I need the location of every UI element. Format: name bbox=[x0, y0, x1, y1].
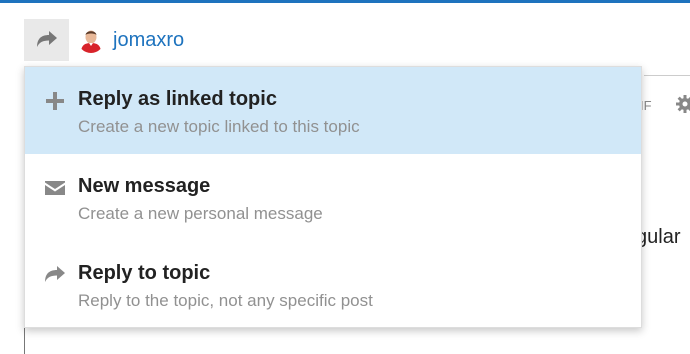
menu-item-description: Create a new personal message bbox=[78, 204, 323, 223]
user-avatar-image bbox=[78, 27, 104, 53]
composer-header: jomaxro bbox=[24, 19, 184, 61]
username-link[interactable]: jomaxro bbox=[113, 30, 184, 50]
reply-arrow-icon bbox=[43, 263, 67, 287]
menu-item-title: Reply to topic bbox=[78, 262, 211, 284]
editor-toolbar-border bbox=[644, 75, 690, 76]
menu-item-reply-to-topic[interactable]: Reply to topic Reply to the topic, not a… bbox=[25, 241, 641, 327]
menu-item-reply-as-linked-topic[interactable]: Reply as linked topic Create a new topic… bbox=[25, 67, 641, 154]
avatar[interactable] bbox=[78, 27, 104, 53]
background-editor-text: gular bbox=[636, 226, 681, 248]
menu-item-description: Reply to the topic, not any specific pos… bbox=[78, 291, 373, 310]
gear-icon[interactable] bbox=[676, 95, 690, 118]
menu-item-description: Create a new topic linked to this topic bbox=[78, 117, 360, 136]
menu-item-title: Reply as linked topic bbox=[78, 88, 277, 110]
composer-actions-button[interactable] bbox=[24, 19, 69, 61]
share-arrow-icon bbox=[36, 31, 57, 47]
top-accent-bar bbox=[0, 0, 690, 3]
plus-icon bbox=[43, 89, 67, 113]
composer-actions-menu: Reply as linked topic Create a new topic… bbox=[24, 66, 642, 328]
menu-item-new-message[interactable]: New message Create a new personal messag… bbox=[25, 154, 641, 241]
menu-item-title: New message bbox=[78, 175, 211, 197]
editor-left-border bbox=[24, 326, 25, 354]
envelope-icon bbox=[43, 176, 67, 200]
